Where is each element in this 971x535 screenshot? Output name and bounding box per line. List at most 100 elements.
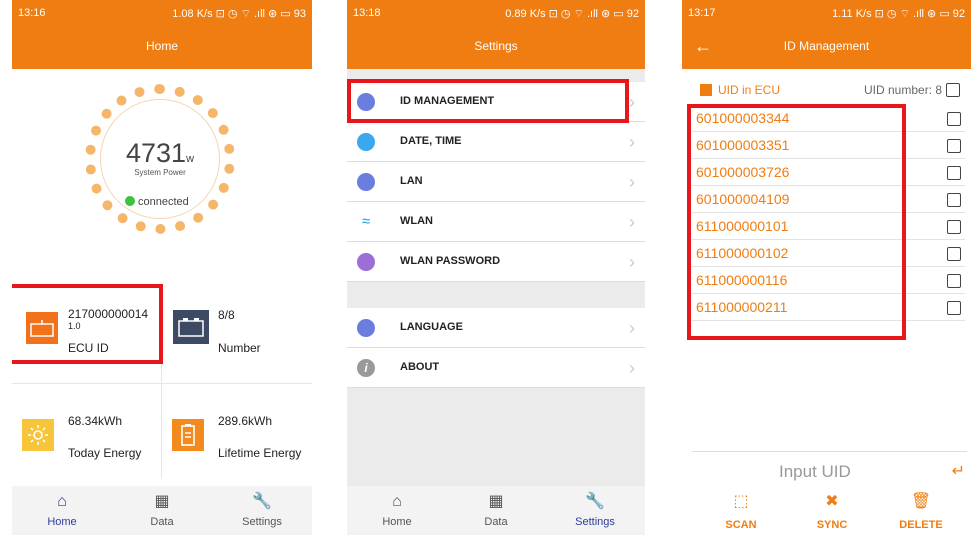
lifetime-energy-value: 289.6kWh <box>218 414 273 428</box>
keyboard-icon <box>357 319 375 337</box>
wrench-icon: 🔧 <box>252 493 272 510</box>
settings-item-label: DATE, TIME <box>400 135 462 147</box>
status-time: 13:16 <box>18 7 46 19</box>
lifetime-energy-label: Lifetime Energy <box>218 446 302 460</box>
inverter-number-value: 8/8 <box>218 308 235 322</box>
status-icons: 1.08 K/s ⊡ ◷ ⌔ .ıll ⊛ ▭ 93 <box>172 8 306 20</box>
chevron-right-icon: › <box>629 318 635 338</box>
select-all-checkbox[interactable] <box>946 83 960 97</box>
enter-arrow-icon[interactable]: ↵ <box>952 461 965 481</box>
page-title: Home <box>145 39 178 53</box>
scan-button[interactable]: ⬚ SCAN <box>706 492 776 534</box>
status-time: 13:17 <box>688 7 716 19</box>
home-icon: ⌂ <box>392 493 402 510</box>
status-icons: 1.11 K/s ⊡ ◷ ⌔ .ıll ⊛ ▭ 92 <box>832 8 965 20</box>
sun-icon <box>22 419 54 451</box>
wrench-icon: 🔧 <box>585 493 605 510</box>
chevron-right-icon: › <box>629 92 635 112</box>
power-unit: w <box>186 153 195 165</box>
uid-checkbox[interactable] <box>947 301 961 315</box>
inverter-battery-icon <box>173 310 209 344</box>
uid-in-ecu-label: UID in ECU <box>718 83 781 97</box>
settings-item-label: WLAN PASSWORD <box>400 255 501 267</box>
settings-item-label: WLAN <box>400 215 433 227</box>
highlight-box-id-management <box>347 79 629 123</box>
nav-home-label: Home <box>47 516 77 528</box>
chevron-right-icon: › <box>629 252 635 272</box>
nav-settings-label: Settings <box>242 516 282 528</box>
settings-item-label: LAN <box>400 175 423 187</box>
inverter-number-label: Number <box>218 341 261 355</box>
chevron-right-icon: › <box>629 132 635 152</box>
highlight-box-ecu <box>12 284 163 364</box>
scan-button-label: SCAN <box>725 519 757 531</box>
nav-home-label: Home <box>382 516 412 528</box>
nav-home[interactable]: ⌂ Home <box>347 486 447 535</box>
lan-icon <box>357 173 375 191</box>
sync-button-label: SYNC <box>816 519 848 531</box>
settings-item-about[interactable]: i ABOUT › <box>347 348 645 388</box>
status-bar: 13:18 0.89 K/s ⊡ ◷ ⌔ .ıll ⊛ ▭ 92 <box>347 0 645 29</box>
nav-settings[interactable]: 🔧 Settings <box>212 486 312 535</box>
trash-icon: 🗑 <box>910 493 932 510</box>
uid-checkbox[interactable] <box>947 247 961 261</box>
tile-divider-horizontal <box>12 383 312 384</box>
status-bar: 13:17 1.11 K/s ⊡ ◷ ⌔ .ıll ⊛ ▭ 92 <box>682 0 971 29</box>
sync-button[interactable]: ✖ SYNC <box>797 492 867 534</box>
connection-text: connected <box>138 196 189 208</box>
nav-data[interactable]: ▦ Data <box>446 486 546 535</box>
app-bar: Settings <box>347 29 645 69</box>
uid-checkbox[interactable] <box>947 274 961 288</box>
power-number: 4731 <box>125 138 187 168</box>
nav-settings-label: Settings <box>575 516 615 528</box>
today-energy-label: Today Energy <box>68 446 142 460</box>
nav-data[interactable]: ▦ Data <box>112 486 212 535</box>
today-energy-value: 68.34kWh <box>68 414 123 428</box>
uid-checkbox[interactable] <box>947 112 961 126</box>
info-icon: i <box>357 359 375 377</box>
status-bar: 13:16 1.08 K/s ⊡ ◷ ⌔ .ıll ⊛ ▭ 93 <box>12 0 312 29</box>
data-grid-icon: ▦ <box>154 493 170 510</box>
lock-icon <box>357 253 375 271</box>
settings-item-label: ABOUT <box>400 361 440 373</box>
settings-item-lan[interactable]: LAN › <box>347 162 645 202</box>
settings-screen: 13:18 0.89 K/s ⊡ ◷ ⌔ .ıll ⊛ ▭ 92 Setting… <box>347 0 645 535</box>
connection-status: connected <box>125 196 189 208</box>
page-title: ID Management <box>783 39 870 53</box>
uid-checkbox[interactable] <box>947 139 961 153</box>
uid-checkbox[interactable] <box>947 166 961 180</box>
highlight-box-uid-list <box>687 104 906 340</box>
chevron-right-icon: › <box>629 358 635 378</box>
id-management-screen: 13:17 1.11 K/s ⊡ ◷ ⌔ .ıll ⊛ ▭ 92 ← ID Ma… <box>682 0 971 535</box>
chevron-right-icon: › <box>629 212 635 232</box>
settings-item-wlan-password[interactable]: WLAN PASSWORD › <box>347 242 645 282</box>
settings-item-label: LANGUAGE <box>400 321 463 333</box>
sync-icon: ✖ <box>825 493 839 510</box>
nav-settings[interactable]: 🔧 Settings <box>545 486 645 535</box>
status-icons: 0.89 K/s ⊡ ◷ ⌔ .ıll ⊛ ▭ 92 <box>505 8 639 20</box>
chevron-right-icon: › <box>629 172 635 192</box>
nav-data-label: Data <box>150 516 174 528</box>
settings-item-date-time[interactable]: DATE, TIME › <box>347 122 645 162</box>
battery-icon <box>172 419 204 451</box>
data-grid-icon: ▦ <box>488 493 504 510</box>
system-power-label: System Power <box>134 168 186 177</box>
home-screen: 13:16 1.08 K/s ⊡ ◷ ⌔ .ıll ⊛ ▭ 93 Home 47… <box>12 0 312 535</box>
nav-home[interactable]: ⌂ Home <box>12 486 112 535</box>
uid-number-label: UID number: 8 <box>864 83 943 97</box>
system-power-value: 4731w <box>92 138 228 169</box>
settings-item-language[interactable]: LANGUAGE › <box>347 308 645 348</box>
settings-item-wlan[interactable]: ≈ WLAN › <box>347 202 645 242</box>
page-title: Settings <box>474 39 518 53</box>
status-dot-icon <box>125 196 135 206</box>
ecu-legend-swatch <box>700 84 712 96</box>
uid-input-placeholder: Input UID <box>779 462 851 481</box>
back-arrow-icon[interactable]: ← <box>694 29 712 64</box>
wifi-icon: ≈ <box>361 213 371 230</box>
uid-checkbox[interactable] <box>947 220 961 234</box>
uid-input-field[interactable]: Input UID ↵ <box>692 451 967 481</box>
scan-icon: ⬚ <box>733 493 749 510</box>
uid-checkbox[interactable] <box>947 193 961 207</box>
app-bar: ← ID Management <box>682 29 971 69</box>
delete-button[interactable]: 🗑 DELETE <box>886 492 956 534</box>
